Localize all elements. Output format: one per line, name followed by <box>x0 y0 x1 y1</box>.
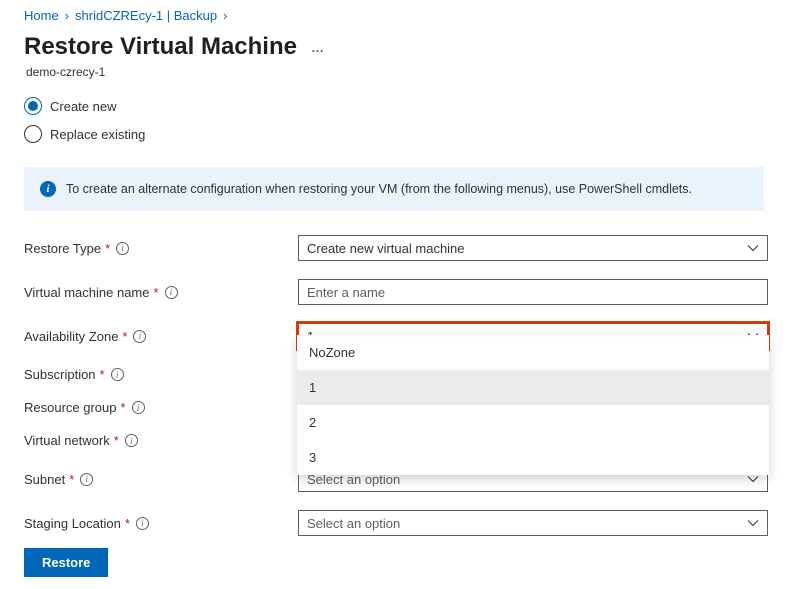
help-icon[interactable]: i <box>125 434 138 447</box>
radio-label: Create new <box>50 99 116 114</box>
select-restore-type[interactable]: Create new virtual machine <box>298 235 768 261</box>
page-title: Restore Virtual Machine <box>24 33 297 61</box>
input-vm-name[interactable] <box>298 279 768 305</box>
radio-label: Replace existing <box>50 127 145 142</box>
breadcrumb-vault[interactable]: shridCZREcy-1 | Backup <box>75 8 217 23</box>
required-asterisk: * <box>125 516 130 531</box>
label-text: Subnet <box>24 472 65 487</box>
label-subscription: Subscription * i <box>24 367 298 382</box>
restore-button[interactable]: Restore <box>24 548 108 577</box>
label-text: Staging Location <box>24 516 121 531</box>
help-icon[interactable]: i <box>111 368 124 381</box>
help-icon[interactable]: i <box>132 401 145 414</box>
help-icon[interactable]: i <box>116 242 129 255</box>
required-asterisk: * <box>154 285 159 300</box>
label-staging-location: Staging Location * i <box>24 516 298 531</box>
help-icon[interactable]: i <box>133 330 146 343</box>
label-text: Virtual machine name <box>24 285 150 300</box>
label-vm-name: Virtual machine name * i <box>24 285 298 300</box>
chevron-right-icon: › <box>65 8 69 23</box>
select-staging-location[interactable]: Select an option <box>298 510 768 536</box>
radio-icon <box>24 97 42 115</box>
restore-mode-radio-group: Create new Replace existing <box>24 97 781 143</box>
more-menu-icon[interactable]: … <box>311 40 326 55</box>
label-text: Subscription <box>24 367 96 382</box>
radio-create-new[interactable]: Create new <box>24 97 781 115</box>
label-text: Restore Type <box>24 241 101 256</box>
info-icon: i <box>40 181 56 197</box>
required-asterisk: * <box>122 329 127 344</box>
label-virtual-network: Virtual network * i <box>24 433 298 448</box>
label-text: Availability Zone <box>24 329 118 344</box>
label-text: Virtual network <box>24 433 110 448</box>
dropdown-option-3[interactable]: 3 <box>297 440 769 475</box>
radio-replace-existing[interactable]: Replace existing <box>24 125 781 143</box>
footer: Restore <box>24 548 108 577</box>
dropdown-option-1[interactable]: 1 <box>297 370 769 405</box>
label-subnet: Subnet * i <box>24 472 298 487</box>
help-icon[interactable]: i <box>165 286 178 299</box>
breadcrumb-home[interactable]: Home <box>24 8 59 23</box>
info-banner: i To create an alternate configuration w… <box>24 167 764 211</box>
label-availability-zone: Availability Zone * i <box>24 329 298 344</box>
help-icon[interactable]: i <box>136 517 149 530</box>
select-value: Select an option <box>307 516 400 531</box>
availability-zone-dropdown: NoZone 1 2 3 <box>297 335 769 475</box>
chevron-down-icon <box>747 517 759 529</box>
radio-icon <box>24 125 42 143</box>
info-text: To create an alternate configuration whe… <box>66 182 692 196</box>
chevron-down-icon <box>747 242 759 254</box>
required-asterisk: * <box>100 367 105 382</box>
page-subtitle: demo-czrecy-1 <box>26 65 781 79</box>
required-asterisk: * <box>114 433 119 448</box>
required-asterisk: * <box>69 472 74 487</box>
label-restore-type: Restore Type * i <box>24 241 298 256</box>
label-text: Resource group <box>24 400 117 415</box>
label-resource-group: Resource group * i <box>24 400 298 415</box>
chevron-right-icon: › <box>223 8 227 23</box>
help-icon[interactable]: i <box>80 473 93 486</box>
required-asterisk: * <box>121 400 126 415</box>
dropdown-option-2[interactable]: 2 <box>297 405 769 440</box>
dropdown-option-nozone[interactable]: NoZone <box>297 335 769 370</box>
required-asterisk: * <box>105 241 110 256</box>
breadcrumb: Home › shridCZREcy-1 | Backup › <box>24 8 781 23</box>
select-value: Create new virtual machine <box>307 241 465 256</box>
